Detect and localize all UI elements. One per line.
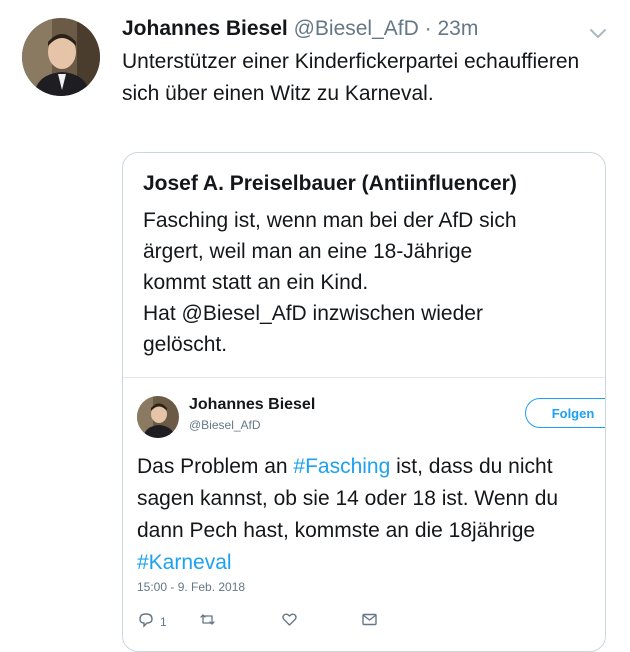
reply-action: 1 — [137, 612, 167, 632]
embedded-text-line: sagen kannst, ob sie 14 oder 18 ist. Wen… — [137, 487, 559, 510]
quoted-text-line: ärgert, weil man an eine 18-Jährige — [143, 240, 473, 263]
quoted-text-line: kommt statt an ein Kind. — [143, 271, 369, 294]
author-avatar[interactable] — [22, 18, 100, 96]
reply-icon — [137, 611, 154, 633]
embedded-author-handle: @Biesel_AfD — [189, 418, 261, 432]
author-name[interactable]: Johannes Biesel — [122, 17, 288, 40]
dm-icon — [361, 611, 378, 633]
embedded-tweet-screenshot: Johannes Biesel @Biesel_AfD Folgen Das P… — [123, 377, 605, 651]
quoted-text-line: Hat @Biesel_AfD inzwischen wieder — [143, 302, 483, 325]
reply-count: 1 — [160, 615, 167, 629]
hashtag-karneval: #Karneval — [137, 551, 232, 574]
embedded-author-name: Johannes Biesel — [189, 396, 316, 413]
tweet-header: Johannes Biesel @Biesel_AfD · 23m — [122, 14, 478, 44]
retweet-icon — [199, 611, 216, 633]
quoted-text-line: gelöscht. — [143, 333, 228, 356]
tweet-time[interactable]: 23m — [437, 17, 478, 40]
dm-action — [361, 612, 378, 632]
embedded-author-avatar — [137, 396, 179, 438]
embedded-text-line: dann Pech hast, kommste an die 18jährige — [137, 519, 536, 542]
quoted-author-name: Josef A. Preiselbauer (Antiinfluencer) — [143, 172, 517, 195]
hashtag-fasching: #Fasching — [293, 455, 391, 478]
quoted-tweet-text: Fasching ist, wenn man bei der AfD sich … — [143, 205, 598, 360]
embedded-tweet-text: Das Problem an #Fasching ist, dass du ni… — [137, 451, 605, 579]
chevron-down-icon[interactable] — [587, 22, 609, 44]
quoted-text-line: Fasching ist, wenn man bei der AfD sich — [143, 209, 517, 232]
follow-button: Folgen — [525, 398, 605, 428]
meta-separator: · — [424, 17, 432, 40]
embedded-timestamp: 15:00 - 9. Feb. 2018 — [137, 580, 246, 594]
like-action — [281, 612, 298, 632]
like-icon — [281, 611, 298, 633]
tweet-text: Unterstützer einer Kinderfickerpartei ec… — [122, 50, 580, 105]
embedded-text-line: Das Problem an #Fasching ist, dass du ni… — [137, 451, 605, 483]
retweet-action — [199, 612, 216, 632]
embedded-text-segment: Das Problem an — [137, 455, 294, 478]
author-handle[interactable]: @Biesel_AfD — [294, 17, 419, 40]
embedded-text-segment: ist, dass du nicht — [390, 455, 553, 478]
quoted-tweet-card[interactable]: Josef A. Preiselbauer (Antiinfluencer) F… — [122, 152, 606, 652]
